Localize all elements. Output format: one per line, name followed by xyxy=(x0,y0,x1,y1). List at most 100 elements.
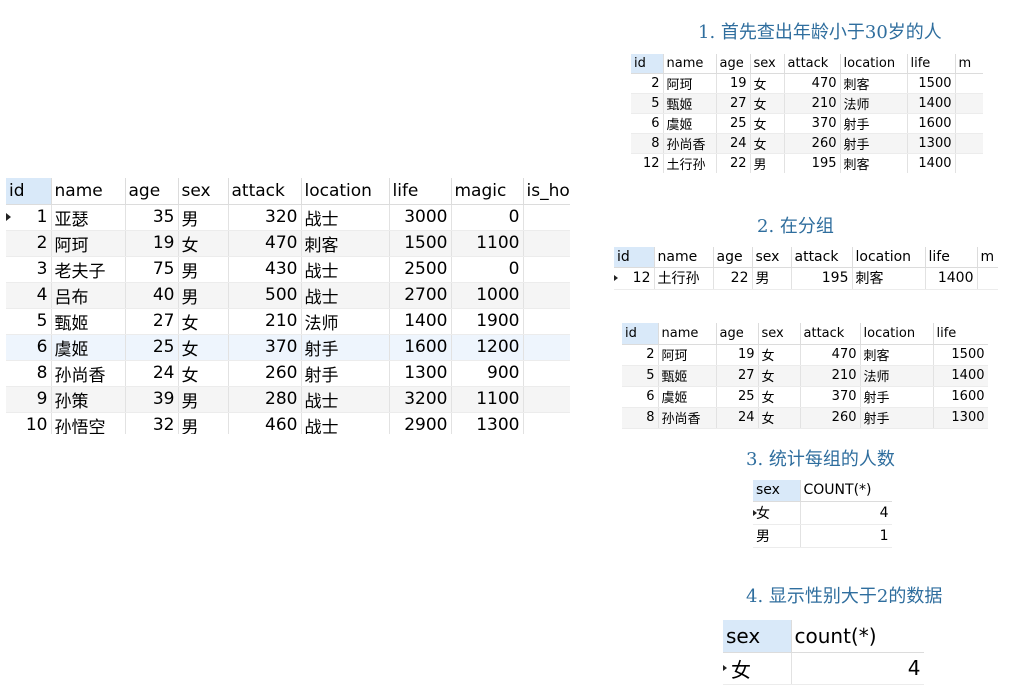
column-header-age[interactable]: age xyxy=(716,323,759,345)
cell-life: 1400 xyxy=(907,153,956,173)
column-header-attack[interactable]: attack xyxy=(228,178,302,205)
cell-name: 孙策 xyxy=(51,386,126,413)
cell-id: 12 xyxy=(631,153,664,173)
column-header-magic[interactable]: m xyxy=(955,54,983,74)
cell-life: 1300 xyxy=(907,133,956,154)
cell-name: 孙悟空 xyxy=(51,412,126,434)
column-header-age[interactable]: age xyxy=(125,178,179,205)
cell-location: 战士 xyxy=(301,256,390,283)
cell-age: 32 xyxy=(125,412,179,434)
table-row[interactable]: 4 吕布 40 男 500 战士 2700 1000 xyxy=(6,282,570,309)
column-header-id[interactable]: id xyxy=(6,178,52,205)
cell-sex: 女 xyxy=(750,113,785,134)
column-header-location[interactable]: location xyxy=(840,54,908,74)
cell-id: 8 xyxy=(622,407,659,429)
cell-id: 5 xyxy=(6,308,52,335)
cell-location: 刺客 xyxy=(840,153,908,173)
table-row[interactable]: 10 孙悟空 32 男 460 战士 2900 1300 xyxy=(6,412,570,434)
table-row[interactable]: 女 4 xyxy=(723,652,924,685)
column-header-name[interactable]: name xyxy=(51,178,126,205)
table-row[interactable]: 9 孙策 39 男 280 战士 3200 1100 xyxy=(6,386,570,413)
column-header-is-hot[interactable]: is_hot xyxy=(523,178,570,205)
table-row[interactable]: 8 孙尚香 24 女 260 射手 1300 xyxy=(622,407,988,429)
cell-sex: 男 xyxy=(178,412,229,434)
cell-age: 24 xyxy=(716,133,751,154)
cell-name: 亚瑟 xyxy=(51,204,126,231)
column-header-life[interactable]: life xyxy=(389,178,452,205)
cell-is-hot xyxy=(523,230,570,257)
table-row[interactable]: 5 甄姬 27 女 210 法师 1400 xyxy=(631,93,983,114)
table-row[interactable]: 12 土行孙 22 男 195 刺客 1400 xyxy=(631,153,983,173)
current-row-marker-icon xyxy=(6,213,11,221)
table-row[interactable]: 男 1 xyxy=(753,524,892,548)
cell-name: 甄姬 xyxy=(51,308,126,335)
column-header-location[interactable]: location xyxy=(852,247,926,268)
column-header-attack[interactable]: attack xyxy=(800,323,861,345)
table-row[interactable]: 8 孙尚香 24 女 260 射手 1300 900 xyxy=(6,360,570,387)
cell-id: 1 xyxy=(36,207,48,227)
column-header-sex[interactable]: sex xyxy=(758,323,801,345)
cell-location: 法师 xyxy=(860,365,934,387)
table-row[interactable]: 1 亚瑟 35 男 320 战士 3000 0 xyxy=(6,204,570,231)
cell-location: 射手 xyxy=(301,360,390,387)
current-row-marker-icon xyxy=(723,665,727,671)
cell-id: 6 xyxy=(6,334,52,361)
cell-name: 孙尚香 xyxy=(663,133,717,154)
caption-step-3: 3. 统计每组的人数 xyxy=(746,449,895,470)
column-header-id[interactable]: id xyxy=(631,54,664,74)
cell-name: 阿珂 xyxy=(663,73,717,94)
column-header-id[interactable]: id xyxy=(614,247,655,268)
cell-name: 虞姬 xyxy=(663,113,717,134)
column-header-magic[interactable]: m xyxy=(977,247,998,268)
column-header-sex[interactable]: sex xyxy=(750,54,785,74)
column-header-life[interactable]: life xyxy=(925,247,978,268)
table-row[interactable]: 12 土行孙 22 男 195 刺客 1400 xyxy=(614,267,998,290)
cell-sex: 男 xyxy=(753,524,801,548)
column-header-attack[interactable]: attack xyxy=(784,54,841,74)
column-header-count[interactable]: count(*) xyxy=(791,620,924,653)
cell-age: 27 xyxy=(716,365,759,387)
column-header-name[interactable]: name xyxy=(654,247,714,268)
column-header-id[interactable]: id xyxy=(622,323,659,345)
cell-magic xyxy=(955,73,983,94)
column-header-life[interactable]: life xyxy=(907,54,956,74)
cell-magic: 0 xyxy=(451,204,524,231)
column-header-life[interactable]: life xyxy=(933,323,988,345)
cell-sex: 男 xyxy=(178,256,229,283)
cell-life: 1400 xyxy=(389,308,452,335)
table-row[interactable]: 3 老夫子 75 男 430 战士 2500 0 xyxy=(6,256,570,283)
column-header-magic[interactable]: magic xyxy=(451,178,524,205)
cell-sex: 女 xyxy=(758,407,801,429)
cell-attack: 260 xyxy=(228,360,302,387)
column-header-sex[interactable]: sex xyxy=(723,620,792,653)
column-header-name[interactable]: name xyxy=(663,54,717,74)
table-row[interactable]: 5 甄姬 27 女 210 法师 1400 1900 xyxy=(6,308,570,335)
cell-sex: 女 xyxy=(750,93,785,114)
column-header-location[interactable]: location xyxy=(301,178,390,205)
column-header-name[interactable]: name xyxy=(658,323,717,345)
column-header-sex[interactable]: sex xyxy=(753,480,801,502)
table-row[interactable]: 6 虞姬 25 女 370 射手 1600 1200 xyxy=(6,334,570,361)
column-header-sex[interactable]: sex xyxy=(178,178,229,205)
column-header-count[interactable]: COUNT(*) xyxy=(800,480,892,502)
cell-sex: 男 xyxy=(178,282,229,309)
table-row[interactable]: 女 4 xyxy=(753,501,892,525)
cell-sex: 女 xyxy=(178,334,229,361)
cell-count: 4 xyxy=(800,501,892,525)
table-row[interactable]: 2 阿珂 19 女 470 刺客 1500 xyxy=(622,344,988,366)
cell-location: 射手 xyxy=(840,133,908,154)
table-row[interactable]: 2 阿珂 19 女 470 刺客 1500 xyxy=(631,73,983,94)
cell-age: 75 xyxy=(125,256,179,283)
column-header-attack[interactable]: attack xyxy=(791,247,853,268)
cell-magic: 1900 xyxy=(451,308,524,335)
column-header-age[interactable]: age xyxy=(716,54,751,74)
column-header-location[interactable]: location xyxy=(860,323,934,345)
table-row[interactable]: 6 虞姬 25 女 370 射手 1600 xyxy=(622,386,988,408)
table-row[interactable]: 6 虞姬 25 女 370 射手 1600 xyxy=(631,113,983,134)
cell-age: 24 xyxy=(125,360,179,387)
table-row[interactable]: 5 甄姬 27 女 210 法师 1400 xyxy=(622,365,988,387)
column-header-sex[interactable]: sex xyxy=(752,247,792,268)
table-row[interactable]: 8 孙尚香 24 女 260 射手 1300 xyxy=(631,133,983,154)
column-header-age[interactable]: age xyxy=(713,247,753,268)
table-row[interactable]: 2 阿珂 19 女 470 刺客 1500 1100 xyxy=(6,230,570,257)
